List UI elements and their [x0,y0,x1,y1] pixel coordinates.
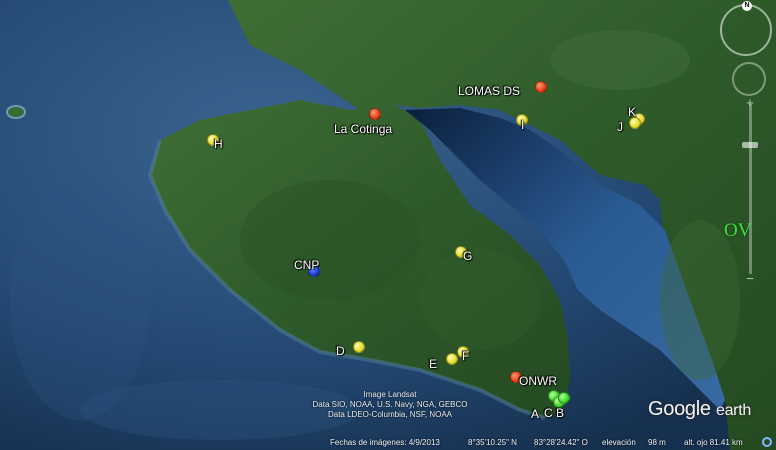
elevation-value: 98 m [648,438,666,447]
credit-line: Image Landsat [363,390,417,399]
zoom-out-button[interactable]: − [743,272,757,286]
compass-north-marker: N [742,1,752,11]
label-h: H [214,137,223,151]
label-lomas-ds: LOMAS DS [458,84,521,98]
label-a: A [531,407,540,421]
eye-altitude: alt. ojo 81.41 km [684,438,743,447]
map-view[interactable]: CNP La Cotinga LOMAS DS ONWR H I K J G D… [0,0,776,450]
marker-b[interactable] [558,392,570,404]
overlay-label-ov: OV [724,220,752,241]
label-i: I [521,118,525,132]
marker-e[interactable] [446,353,458,365]
look-joystick-icon[interactable] [732,62,766,96]
compass-icon[interactable]: N [720,1,772,56]
label-b: B [556,406,565,420]
zoom-in-button[interactable]: + [743,96,757,110]
satellite-imagery [0,0,776,450]
imagery-date: Fechas de imágenes: 4/9/2013 [330,438,440,447]
logo-sub: earth [715,402,751,419]
status-circle-icon[interactable] [762,437,772,447]
label-cnp: CNP [294,258,320,272]
marker-d[interactable] [353,341,365,353]
longitude-readout: 83°28'24.42" O [534,438,588,447]
label-e: E [429,357,438,371]
marker-la-cotinga[interactable] [369,108,381,120]
zoom-slider-knob[interactable] [742,142,758,148]
zoom-slider-icon[interactable] [749,104,752,274]
label-j: J [617,120,623,134]
label-onwr: ONWR [519,374,557,388]
label-la-cotinga: La Cotinga [334,122,393,136]
label-g: G [463,249,473,263]
latitude-readout: 8°35'10.25" N [468,438,517,447]
marker-lomas-ds[interactable] [535,81,547,93]
elevation-label: elevación [602,438,636,447]
label-d: D [336,344,345,358]
label-k: K [628,105,637,119]
status-bar: Fechas de imágenes: 4/9/2013 8°35'10.25"… [0,436,776,450]
credit-line: Data SIO, NOAA, U.S. Navy, NGA, GEBCO [312,400,468,409]
logo-main: Google [648,398,711,420]
google-earth-logo: Google earth [648,398,751,421]
imagery-credits: Image Landsat Data SIO, NOAA, U.S. Navy,… [300,390,480,420]
credit-line: Data LDEO-Columbia, NSF, NOAA [327,410,453,419]
label-f: F [462,349,470,363]
label-c: C [544,406,553,420]
